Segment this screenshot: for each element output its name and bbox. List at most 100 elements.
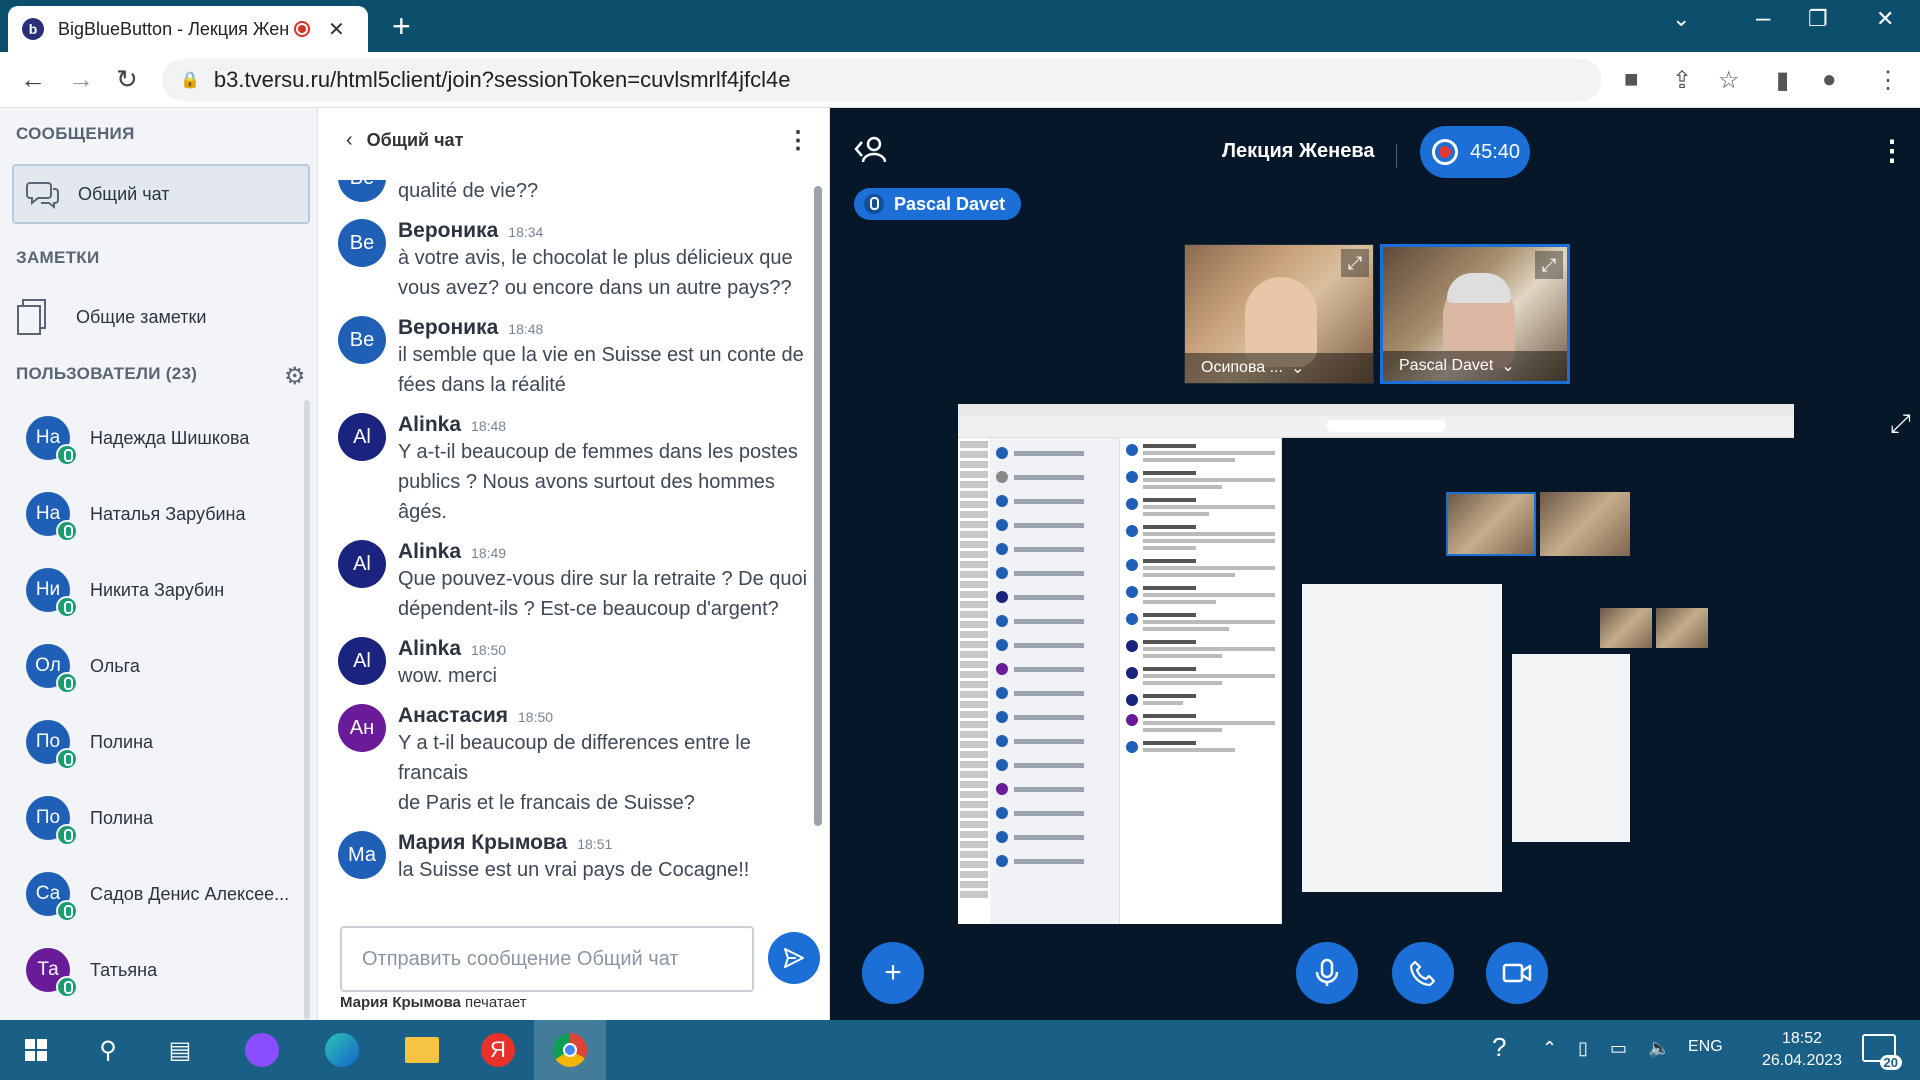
avatar-initials: Са (35, 883, 61, 904)
fullscreen-icon[interactable]: ⤢ (1890, 408, 1911, 440)
user-avatar: По (26, 720, 78, 770)
user-name: Татьяна (90, 959, 158, 980)
task-view-icon[interactable]: ▤ (160, 1030, 200, 1070)
edge-browser-icon[interactable] (322, 1030, 362, 1070)
user-item[interactable]: Ол Ольга (0, 628, 310, 704)
address-toolbar: ← → ↻ 🔒 b3.tversu.ru/html5client/join?se… (0, 52, 1920, 108)
avatar-initials: На (35, 427, 61, 448)
new-tab-icon[interactable]: + (392, 8, 411, 45)
browser-tab[interactable]: b BigBlueButton - Лекция Женева ✕ (8, 6, 368, 52)
recording-time: 45:40 (1470, 140, 1521, 163)
bookmark-star-icon[interactable]: ☆ (1718, 66, 1740, 95)
camera-button[interactable] (1486, 942, 1548, 1004)
chat-message: Ан Анастасия 18:50 Y a t-il beaucoup de d… (318, 704, 818, 818)
message-line: fées dans la réalité (398, 374, 566, 396)
user-settings-gear-icon[interactable]: ⚙ (284, 362, 306, 391)
typing-text: печатает (460, 994, 527, 1011)
user-item[interactable]: Са Садов Денис Алексее... (0, 856, 310, 932)
alice-assistant-icon[interactable] (242, 1030, 282, 1070)
webcam-user-name[interactable]: Осипова ... ⌄ (1185, 353, 1373, 383)
audio-phone-button[interactable] (1392, 942, 1454, 1004)
close-tab-icon[interactable]: ✕ (328, 17, 345, 42)
yandex-browser-icon[interactable]: Я (478, 1030, 518, 1070)
minimize-icon[interactable]: – (1756, 2, 1770, 33)
user-avatar: Ни (26, 568, 78, 618)
search-icon[interactable]: ⚲ (88, 1030, 128, 1070)
chat-bubbles-icon (26, 182, 59, 209)
chat-message-input[interactable]: Отправить сообщение Общий чат (340, 926, 754, 992)
shared-screen-chat (1120, 438, 1282, 924)
webcam-tile-active[interactable]: ⤢ Pascal Davet ⌄ (1380, 244, 1570, 384)
toggle-user-list-icon[interactable] (854, 134, 887, 171)
user-item[interactable]: На Наталья Зарубина (0, 476, 310, 552)
chat-options-icon[interactable]: ⋮ (786, 126, 810, 155)
expand-video-icon[interactable]: ⤢ (1341, 249, 1369, 277)
tab-search-chevron-icon[interactable]: ⌄ (1672, 6, 1690, 32)
message-time: 18:48 (508, 321, 544, 337)
users-header: ПОЛЬЗОВАТЕЛИ (23) (16, 364, 198, 383)
message-line: wow. merci (398, 665, 497, 687)
share-icon[interactable]: ⇪ (1672, 66, 1692, 95)
browser-menu-icon[interactable]: ⋮ (1876, 66, 1900, 95)
back-arrow-icon[interactable]: ← (20, 64, 46, 95)
message-author: Alinka (398, 413, 462, 436)
language-indicator[interactable]: ENG (1688, 1038, 1723, 1056)
microphone-button[interactable] (1296, 942, 1358, 1004)
message-avatar: Ма (338, 831, 386, 879)
webcam-user-name[interactable]: Pascal Davet ⌄ (1383, 351, 1567, 381)
message-line: publics ? Nous avons surtout des hommes … (398, 471, 775, 523)
reload-icon[interactable]: ↻ (116, 64, 138, 95)
profile-avatar-icon[interactable]: ● (1822, 66, 1837, 94)
chat-message: Al Alinka 18:50 wow. merci (318, 637, 818, 691)
chrome-taskbar-icon[interactable] (534, 1020, 606, 1080)
microphone-icon (56, 824, 78, 846)
webcam-name-text: Pascal Davet (1399, 357, 1494, 374)
chat-message: Al Alinka 18:49 Que pouvez-vous dire sur … (318, 540, 818, 624)
user-item[interactable]: По Полина (0, 780, 310, 856)
message-time: 18:48 (471, 418, 507, 434)
screenshare-view[interactable] (958, 404, 1794, 924)
hide-chat-chevron-left-icon[interactable]: ‹ (346, 129, 353, 152)
talking-indicator[interactable]: Pascal Davet (854, 188, 1022, 220)
user-avatar: Ол (26, 644, 78, 694)
user-name: Ольга (90, 655, 140, 676)
notification-center-icon[interactable]: 20 (1862, 1034, 1902, 1070)
shared-notes-label: Общие заметки (76, 306, 207, 327)
chat-message-partial: Be qualité de vie?? (318, 180, 818, 206)
user-item[interactable]: Та Татьяна (0, 932, 310, 1008)
public-chat-item[interactable]: Общий чат (12, 164, 310, 224)
forward-arrow-icon[interactable]: → (68, 64, 94, 95)
battery-tray-icon[interactable]: ▭ (1610, 1038, 1627, 1059)
chat-scrollbar[interactable] (814, 186, 822, 826)
close-window-icon[interactable]: ✕ (1876, 6, 1894, 32)
mic-tray-icon[interactable]: ▯ (1578, 1038, 1588, 1059)
send-message-button[interactable] (768, 932, 820, 984)
user-list-panel: СООБЩЕНИЯ Общий чат ЗАМЕТКИ Общие заметк… (0, 108, 318, 1020)
user-item[interactable]: Ни Никита Зарубин (0, 552, 310, 628)
camera-permission-icon[interactable]: ■ (1624, 66, 1639, 94)
webcam-tile[interactable]: ⤢ Осипова ... ⌄ (1184, 244, 1374, 384)
shared-screen-left-column (958, 438, 990, 924)
windows-start-icon[interactable] (16, 1030, 56, 1070)
message-avatar: Al (338, 637, 386, 685)
recording-indicator[interactable]: 45:40 (1420, 126, 1530, 178)
shared-screen-sidebar (990, 438, 1120, 924)
restore-icon[interactable]: ❐ (1808, 6, 1828, 32)
chat-message: Be Вероника 18:48 il semble que la vie en… (318, 316, 818, 400)
microphone-icon (56, 596, 78, 618)
tray-chevron-up-icon[interactable]: ⌃ (1542, 1038, 1557, 1059)
message-avatar: Ан (338, 704, 386, 752)
taskbar-clock[interactable]: 18:52 26.04.2023 (1762, 1028, 1842, 1072)
expand-video-icon[interactable]: ⤢ (1535, 251, 1563, 279)
help-tray-icon[interactable]: ? (1492, 1032, 1506, 1063)
shared-notes-item[interactable]: Общие заметки (16, 292, 206, 342)
user-item[interactable]: На Надежда Шишкова (0, 400, 310, 476)
user-item[interactable]: По Полина (0, 704, 310, 780)
options-menu-icon[interactable]: ⋮ (1878, 134, 1906, 167)
side-panel-icon[interactable]: ▮ (1776, 66, 1789, 95)
address-bar[interactable]: 🔒 b3.tversu.ru/html5client/join?sessionT… (162, 59, 1602, 101)
volume-tray-icon[interactable]: 🔈 (1648, 1038, 1670, 1059)
file-explorer-icon[interactable] (402, 1030, 442, 1070)
user-list-scrollbar[interactable] (304, 400, 310, 1020)
actions-plus-button[interactable]: + (862, 942, 924, 1004)
